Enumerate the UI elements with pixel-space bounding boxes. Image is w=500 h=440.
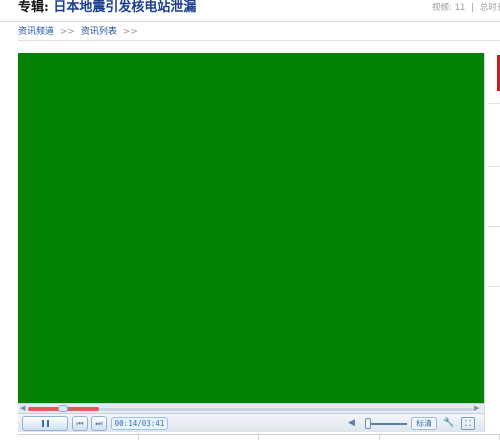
video-count: 11 xyxy=(454,3,466,13)
album-title-prefix: 专辑: xyxy=(18,0,49,15)
meta-separator: | xyxy=(471,3,474,13)
volume-track[interactable] xyxy=(365,423,407,425)
seek-forward-arrow-icon[interactable]: ▶ xyxy=(474,405,479,412)
previous-button[interactable]: ⏮ xyxy=(72,416,88,431)
breadcrumb-item-news-channel[interactable]: 资讯频道 xyxy=(18,27,54,37)
next-icon: ⏭ xyxy=(95,418,103,428)
time-display: 00:14/03:41 xyxy=(111,417,168,430)
video-player: ◀ ▶ ⏮ ⏭ 00:14/03:41 ◀ 标清 🔧 ⛶ xyxy=(18,53,484,432)
progress-bar[interactable]: ◀ ▶ xyxy=(18,403,484,413)
bottom-tab[interactable] xyxy=(259,435,380,440)
progress-handle[interactable] xyxy=(58,405,68,412)
sidebar-divider xyxy=(488,226,500,227)
quality-button[interactable]: 标清 xyxy=(411,417,437,430)
bottom-tab[interactable] xyxy=(380,435,500,440)
fullscreen-icon[interactable]: ⛶ xyxy=(461,417,475,430)
bottom-tabs xyxy=(18,434,500,440)
album-title: 专辑: 日本地震引发核电站泄漏 xyxy=(18,0,196,16)
bottom-tab[interactable] xyxy=(139,435,259,440)
sidebar-divider xyxy=(488,103,500,104)
player-controls: ⏮ ⏭ 00:14/03:41 ◀ 标清 🔧 ⛶ xyxy=(18,413,484,432)
breadcrumb-divider xyxy=(18,40,500,41)
album-meta: 视频: 11 | 总时长 xyxy=(432,2,500,14)
sidebar-edge xyxy=(484,53,500,432)
play-pause-button[interactable] xyxy=(22,416,68,431)
total-duration-label: 总时长 xyxy=(479,3,500,13)
breadcrumb-item-news-list[interactable]: 资讯列表 xyxy=(81,27,117,37)
breadcrumb: 资讯频道 >> 资讯列表 >> xyxy=(18,26,141,38)
pause-icon xyxy=(41,420,49,427)
wrench-icon[interactable]: 🔧 xyxy=(442,417,456,430)
album-title-topic[interactable]: 日本地震引发核电站泄漏 xyxy=(53,0,196,15)
next-button[interactable]: ⏭ xyxy=(91,416,107,431)
video-count-label: 视频: xyxy=(432,3,452,13)
breadcrumb-separator: >> xyxy=(59,27,75,37)
seek-back-arrow-icon[interactable]: ◀ xyxy=(20,405,25,412)
volume-handle[interactable] xyxy=(365,418,371,429)
sidebar-divider xyxy=(488,166,500,167)
album-header: 专辑: 日本地震引发核电站泄漏 视频: 11 | 总时长 xyxy=(0,0,500,22)
speaker-icon[interactable]: ◀ xyxy=(348,418,355,429)
bottom-tab[interactable] xyxy=(18,435,139,440)
breadcrumb-separator: >> xyxy=(122,27,138,37)
prev-icon: ⏮ xyxy=(76,418,84,428)
sidebar-divider xyxy=(488,286,500,287)
video-surface[interactable] xyxy=(18,53,484,403)
